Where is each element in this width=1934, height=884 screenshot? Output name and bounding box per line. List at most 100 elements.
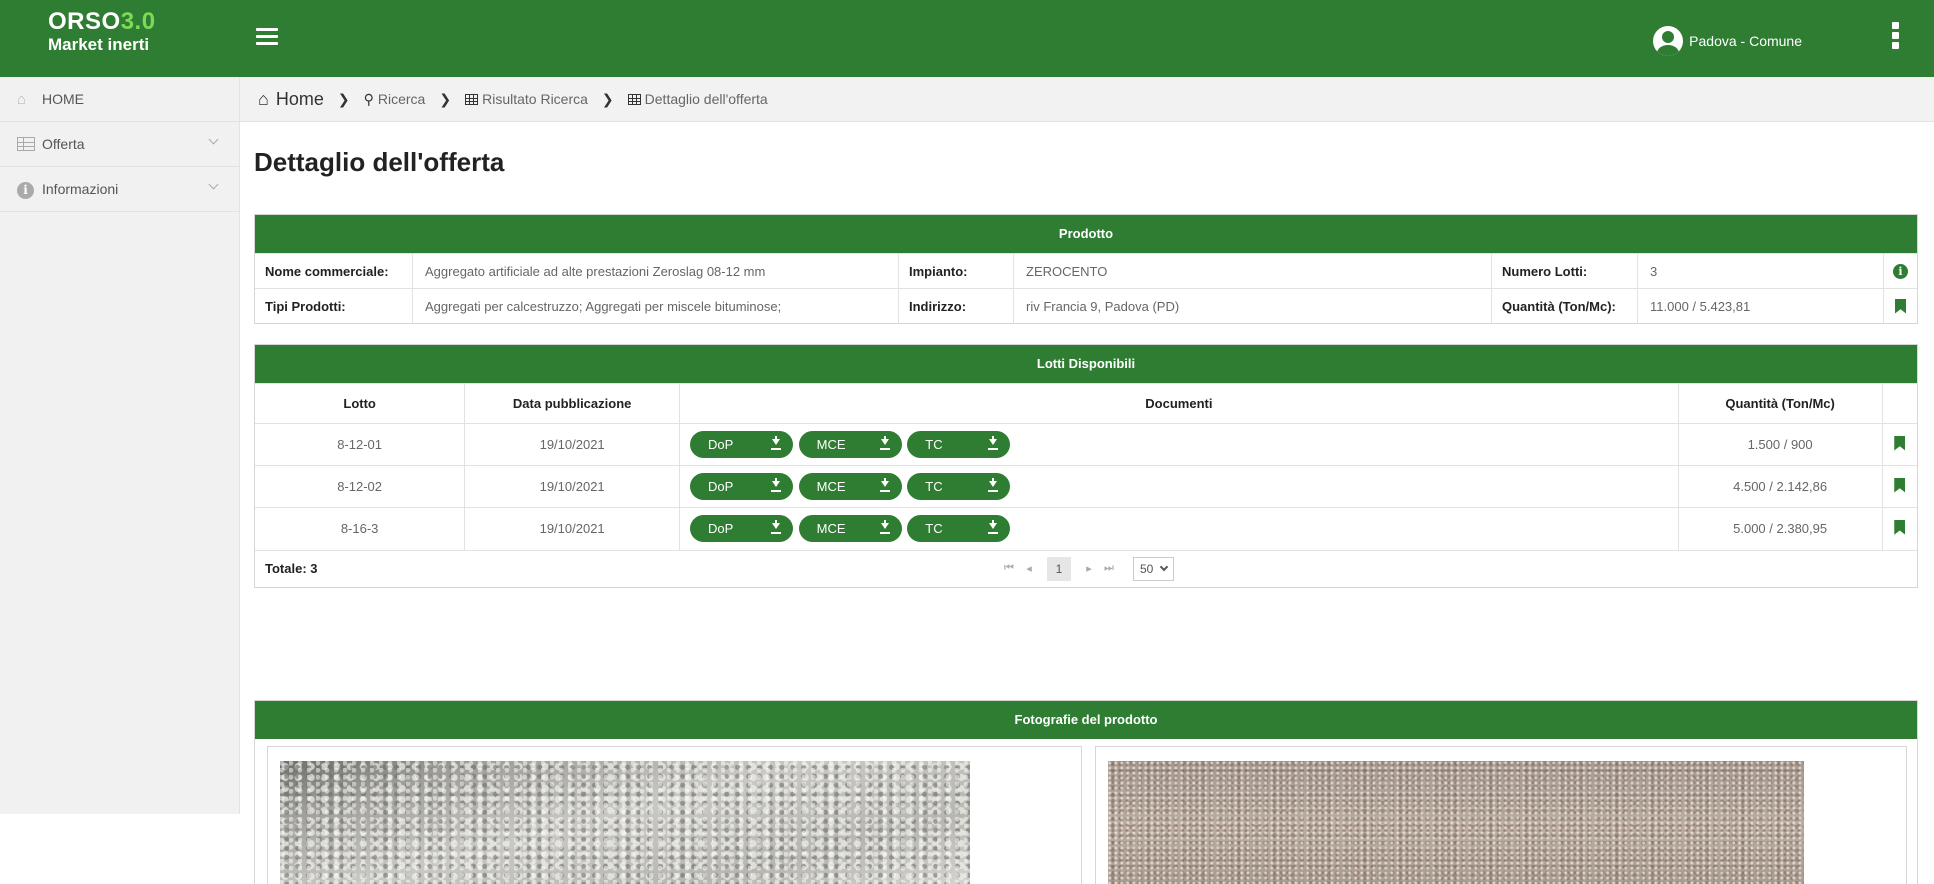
button-label: TC (925, 479, 943, 494)
app-logo[interactable]: ORSO3.0 Market inerti (48, 8, 156, 54)
table-footer: Totale: 3 ⏮ ◂ 1 ▸ ⏭ 50 (255, 549, 1917, 587)
info-icon: i (17, 181, 35, 199)
chevron-down-icon (1160, 562, 1169, 572)
breadcrumb: ⌂ Home ❯ ⚲ Ricerca ❯ Risultato Ricerca ❯… (240, 77, 1934, 122)
user-label: Padova - Comune (1689, 33, 1802, 49)
product-photo-2[interactable] (1108, 761, 1804, 884)
download-mce-button[interactable]: MCE (798, 515, 902, 543)
breadcrumb-ricerca[interactable]: ⚲ Ricerca (364, 91, 426, 108)
download-dop-button[interactable]: DoP (690, 431, 794, 458)
cell-documenti: DoP MCE TC (679, 465, 1679, 508)
column-header-lotto: Lotto (255, 383, 466, 424)
label-quantita: Quantità (Ton/Mc): (1492, 289, 1638, 323)
pagination: ⏮ ◂ 1 ▸ ⏭ 50 (999, 556, 1175, 581)
bookmark-icon (1895, 298, 1906, 314)
kebab-menu-icon[interactable] (1892, 22, 1900, 52)
user-menu[interactable]: Padova - Comune (1653, 26, 1802, 56)
breadcrumb-home[interactable]: ⌂ Home (258, 89, 324, 110)
button-label: MCE (816, 437, 846, 452)
download-icon (879, 436, 890, 450)
button-label: TC (925, 437, 943, 452)
breadcrumb-risultato-label: Risultato Ricerca (482, 91, 588, 107)
value-numero-lotti: 3 (1638, 254, 1884, 288)
prodotto-row: Nome commerciale: Aggregato artificiale … (255, 253, 1917, 288)
cell-lotto: 8-12-02 (255, 465, 466, 508)
home-icon: ⌂ (17, 90, 27, 108)
button-label: TC (925, 521, 943, 537)
cell-quantita: 5.000 / 2.380,95 (1678, 507, 1883, 550)
download-tc-button[interactable]: TC (907, 473, 1011, 500)
bookmark-button[interactable] (1882, 465, 1917, 508)
panel-header: Prodotto (255, 215, 1917, 253)
page-title: Dettaglio dell'offerta (254, 147, 505, 177)
logo-version: 3.0 (120, 8, 156, 35)
chevron-right-icon: ❯ (439, 90, 452, 107)
bookmark-icon (1894, 477, 1906, 493)
info-button[interactable]: i (1884, 254, 1917, 288)
current-page[interactable]: 1 (1047, 556, 1071, 581)
table-icon (465, 93, 479, 105)
chevron-down-icon[interactable] (208, 179, 219, 190)
label-tipi: Tipi Prodotti: (255, 289, 413, 323)
photo-frame (1095, 746, 1907, 884)
sidebar-item-label: Informazioni (42, 181, 119, 197)
menu-toggle-icon[interactable] (256, 28, 278, 46)
column-header-documenti: Documenti (679, 383, 1679, 424)
table-icon (17, 136, 35, 152)
table-row: 8-12-02 19/10/2021 DoP MCE TC 4.500 / 2.… (255, 465, 1917, 508)
chevron-down-icon[interactable] (208, 134, 219, 145)
value-impianto: ZEROCENTO (1014, 254, 1492, 288)
cell-quantita: 4.500 / 2.142,86 (1678, 465, 1883, 508)
first-page-icon[interactable]: ⏮ (999, 562, 1019, 575)
breadcrumb-risultato[interactable]: Risultato Ricerca (465, 91, 588, 107)
download-icon (988, 436, 999, 450)
sidebar-item-offerta[interactable]: Offerta (0, 122, 239, 167)
top-bar: ORSO3.0 Market inerti Padova - Comune (0, 0, 1934, 77)
table-row: 8-12-01 19/10/2021 DoP MCE TC 1.500 / 90… (255, 423, 1917, 466)
cell-lotto: 8-16-3 (255, 507, 466, 550)
chevron-right-icon: ❯ (601, 90, 614, 107)
cell-lotto: 8-12-01 (255, 423, 466, 466)
bookmark-button[interactable] (1882, 507, 1917, 550)
button-label: DoP (708, 437, 734, 452)
home-icon: ⌂ (258, 88, 269, 109)
table-row: 8-16-3 19/10/2021 DoP MCE TC 5.000 / 2.3… (255, 507, 1917, 550)
download-dop-button[interactable]: DoP (690, 515, 794, 543)
sidebar-item-informazioni[interactable]: i Informazioni (0, 167, 239, 212)
next-page-icon[interactable]: ▸ (1079, 562, 1099, 575)
value-tipi: Aggregati per calcestruzzo; Aggregati pe… (413, 289, 899, 323)
label-indirizzo: Indirizzo: (899, 289, 1014, 323)
photo-frame (267, 746, 1082, 884)
download-icon (988, 478, 999, 492)
column-header-quantita: Quantità (Ton/Mc) (1678, 383, 1883, 424)
logo-subtitle: Market inerti (48, 35, 150, 54)
foto-panel: Fotografie del prodotto (254, 700, 1918, 884)
sidebar-item-home[interactable]: ⌂ HOME (0, 77, 239, 122)
breadcrumb-dettaglio-label: Dettaglio dell'offerta (644, 91, 768, 107)
lotti-table: Lotto Data pubblicazione Documenti Quant… (255, 383, 1917, 550)
page-size-select[interactable]: 50 (1133, 556, 1175, 581)
user-avatar-icon (1653, 26, 1684, 56)
download-tc-button[interactable]: TC (907, 431, 1011, 458)
bookmark-icon (1894, 519, 1906, 535)
download-icon (988, 520, 999, 535)
button-label: DoP (708, 521, 734, 537)
cell-data: 19/10/2021 (464, 423, 681, 466)
info-icon: i (1893, 263, 1908, 279)
download-mce-button[interactable]: MCE (798, 431, 902, 458)
download-icon (879, 520, 890, 535)
download-mce-button[interactable]: MCE (798, 473, 902, 500)
cell-data: 19/10/2021 (464, 465, 681, 508)
download-dop-button[interactable]: DoP (690, 473, 794, 500)
prev-page-icon[interactable]: ◂ (1019, 562, 1039, 575)
last-page-icon[interactable]: ⏭ (1099, 562, 1119, 575)
panel-header: Lotti Disponibili (255, 345, 1917, 383)
bookmark-button[interactable] (1882, 423, 1917, 466)
bookmark-button[interactable] (1884, 289, 1917, 323)
product-photo-1[interactable] (280, 761, 970, 884)
download-tc-button[interactable]: TC (907, 515, 1011, 543)
button-label: MCE (816, 521, 846, 537)
totale-label: Totale: 3 (265, 561, 318, 576)
download-icon (771, 436, 782, 450)
table-icon (627, 93, 641, 105)
